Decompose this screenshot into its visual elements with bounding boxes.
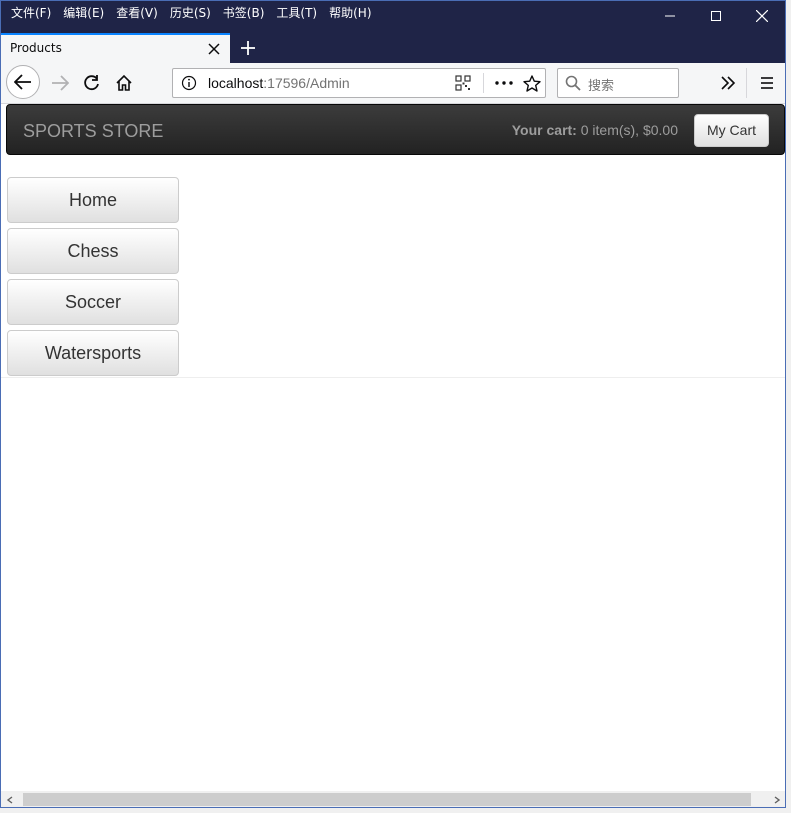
page-content: SPORTS STORE Your cart: 0 item(s), $0.00… <box>1 104 785 791</box>
category-soccer-button[interactable]: Soccer <box>7 279 179 325</box>
forward-button[interactable] <box>45 68 75 98</box>
tab-products[interactable]: Products <box>1 33 230 63</box>
menu-history[interactable]: 历史(S) <box>164 4 217 22</box>
site-navbar: SPORTS STORE Your cart: 0 item(s), $0.00… <box>6 104 785 155</box>
maximize-icon <box>711 11 721 21</box>
back-arrow-icon <box>14 74 31 90</box>
home-icon <box>116 74 132 91</box>
my-cart-button[interactable]: My Cart <box>694 114 769 147</box>
url-text[interactable]: localhost:17596/Admin <box>208 75 350 91</box>
bookmark-star-icon[interactable] <box>522 74 542 94</box>
page-actions-icon[interactable] <box>493 74 515 92</box>
browser-window: 文件(F) 编辑(E) 查看(V) 历史(S) 书签(B) 工具(T) 帮助(H… <box>0 0 786 808</box>
category-nav: Home Chess Soccer Watersports <box>7 177 180 381</box>
title-bar: 文件(F) 编辑(E) 查看(V) 历史(S) 书签(B) 工具(T) 帮助(H… <box>1 1 785 31</box>
search-icon <box>565 75 581 91</box>
scrollbar-thumb[interactable] <box>23 793 751 806</box>
maximize-button[interactable] <box>693 1 739 31</box>
app-menu-button[interactable] <box>752 68 782 98</box>
close-icon <box>208 43 220 55</box>
close-icon <box>756 10 768 22</box>
chevron-double-right-icon <box>721 76 736 90</box>
menu-view[interactable]: 查看(V) <box>110 4 164 22</box>
category-watersports-button[interactable]: Watersports <box>7 330 179 376</box>
scroll-left-button[interactable] <box>1 791 18 807</box>
cart-summary: Your cart: 0 item(s), $0.00 <box>512 122 678 138</box>
tab-strip: Products <box>1 31 785 63</box>
chevron-right-icon <box>774 795 780 804</box>
scroll-right-button[interactable] <box>768 791 785 807</box>
url-path: :17596/Admin <box>263 75 350 91</box>
category-home-button[interactable]: Home <box>7 177 179 223</box>
menu-tools[interactable]: 工具(T) <box>270 4 323 22</box>
search-placeholder: 搜索 <box>588 79 615 94</box>
brand-title[interactable]: SPORTS STORE <box>23 121 163 142</box>
url-host: localhost <box>208 75 264 91</box>
horizontal-scrollbar[interactable] <box>1 791 785 807</box>
new-tab-button[interactable] <box>236 36 260 60</box>
forward-arrow-icon <box>52 75 69 91</box>
menu-file[interactable]: 文件(F) <box>5 4 57 22</box>
content-divider <box>1 377 785 378</box>
url-bar[interactable]: localhost:17596/Admin <box>172 68 546 98</box>
nav-toolbar: localhost:17596/Admin 搜索 <box>1 63 785 104</box>
tab-close-button[interactable] <box>206 41 222 57</box>
window-controls <box>647 1 785 31</box>
cart-label: Your cart: <box>511 122 577 138</box>
back-button[interactable] <box>6 65 40 99</box>
cart-summary-text: 0 item(s), $0.00 <box>580 122 678 138</box>
close-window-button[interactable] <box>739 1 785 31</box>
plus-icon <box>241 41 255 55</box>
url-separator <box>483 73 484 93</box>
toolbar-separator <box>746 68 747 98</box>
minimize-icon <box>665 15 675 17</box>
tab-title: Products <box>10 41 62 55</box>
qr-code-icon[interactable] <box>455 75 471 91</box>
menu-edit[interactable]: 编辑(E) <box>57 4 110 22</box>
menu-bookmarks[interactable]: 书签(B) <box>217 4 271 22</box>
menu-help[interactable]: 帮助(H) <box>323 4 377 22</box>
category-chess-button[interactable]: Chess <box>7 228 179 274</box>
reload-button[interactable] <box>77 68 107 98</box>
info-icon[interactable] <box>181 75 197 91</box>
search-box[interactable]: 搜索 <box>557 68 679 98</box>
minimize-button[interactable] <box>647 1 693 31</box>
chevron-left-icon <box>6 795 12 804</box>
hamburger-icon <box>761 77 773 89</box>
menu-bar: 文件(F) 编辑(E) 查看(V) 历史(S) 书签(B) 工具(T) 帮助(H… <box>5 4 378 22</box>
overflow-menu-button[interactable] <box>713 68 743 98</box>
reload-icon <box>84 75 99 91</box>
home-button[interactable] <box>109 68 139 98</box>
